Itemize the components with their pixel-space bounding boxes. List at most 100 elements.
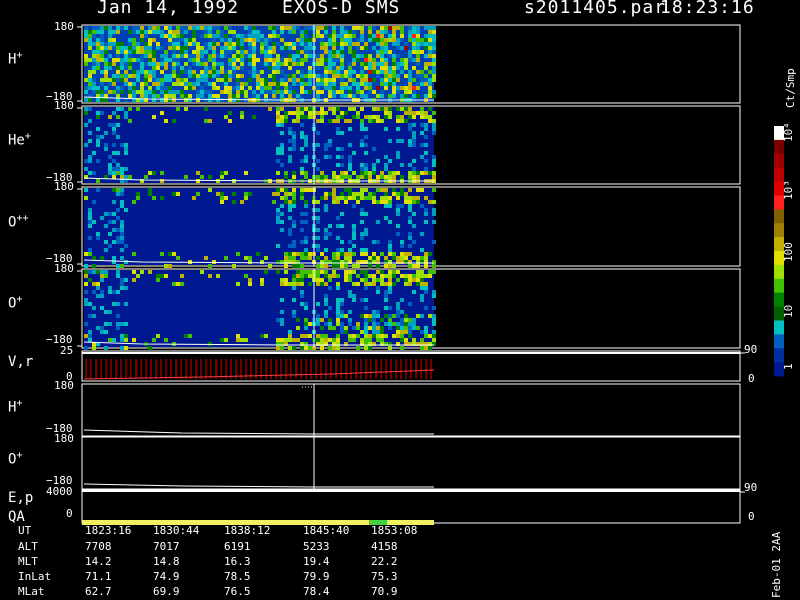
spectrogram-cell <box>304 38 308 42</box>
spectrogram-cell <box>232 30 236 34</box>
spectrogram-cell <box>188 82 192 86</box>
spectrogram-cell <box>228 38 232 42</box>
colorbar-label: 10³ <box>782 180 795 200</box>
spectrogram-cell <box>324 192 328 196</box>
spectrogram-cell <box>396 66 400 70</box>
spectrogram-cell <box>112 290 116 294</box>
spectrogram-cell <box>120 240 124 244</box>
spectrogram-cell <box>208 34 212 38</box>
spectrogram-cell <box>272 66 276 70</box>
spectrogram-cell <box>92 30 96 34</box>
spectrogram-cell <box>276 151 280 155</box>
spectrogram-cell <box>416 86 420 90</box>
spectrogram-cell <box>320 78 324 82</box>
spectrogram-cell <box>392 270 396 274</box>
spectrogram-cell <box>228 78 232 82</box>
spectrogram-cell <box>432 54 436 58</box>
spectrogram-cell <box>216 62 220 66</box>
spectrogram-cell <box>148 270 152 274</box>
spectrogram-cell <box>424 94 428 98</box>
spectrogram-cell <box>188 98 192 102</box>
spectrogram-cell <box>288 338 292 342</box>
spectrogram-cell <box>128 74 132 78</box>
spectrogram-cell <box>268 50 272 54</box>
panel-label-o-plusplus: O++ <box>8 213 29 231</box>
spectrogram-cell <box>300 86 304 90</box>
spectrogram-cell <box>112 171 116 175</box>
spectrogram-cell <box>424 208 428 212</box>
spectrogram-cell <box>152 54 156 58</box>
spectrogram-cell <box>404 58 408 62</box>
spectrogram-cell <box>356 42 360 46</box>
spectrogram-cell <box>248 70 252 74</box>
spectrogram-cell <box>124 286 128 290</box>
spectrogram-cell <box>376 256 380 260</box>
spectrogram-cell <box>292 119 296 123</box>
spectrogram-cell <box>104 98 108 102</box>
spectrogram-cell <box>368 326 372 330</box>
spectrogram-cell <box>428 346 432 350</box>
spectrogram-cell <box>392 58 396 62</box>
spectrogram-cell <box>136 192 140 196</box>
spectrogram-cell <box>352 270 356 274</box>
spectrogram-cell <box>292 256 296 260</box>
spectrogram-cell <box>328 338 332 342</box>
spectrogram-cell <box>92 58 96 62</box>
spectrogram-cell <box>396 306 400 310</box>
spectrogram-cell <box>88 46 92 50</box>
spectrogram-cell <box>248 278 252 282</box>
spectrogram-cell <box>360 46 364 50</box>
spectrogram-cell <box>348 66 352 70</box>
spectrogram-cell <box>340 38 344 42</box>
spectrogram-cell <box>364 135 368 139</box>
spectrogram-cell <box>268 38 272 42</box>
spectrogram-cell <box>284 90 288 94</box>
spectrogram-cell <box>288 228 292 232</box>
spectrogram-cell <box>128 62 132 66</box>
spectrogram-cell <box>152 26 156 30</box>
spectrogram-cell <box>420 74 424 78</box>
spectrogram-cell <box>404 86 408 90</box>
spectrogram-cell <box>304 188 308 192</box>
spectrogram-cell <box>200 78 204 82</box>
spectrogram-cell <box>124 26 128 30</box>
spectrogram-cell <box>336 322 340 326</box>
spectrogram-cell <box>88 278 92 282</box>
spectrogram-cell <box>276 318 280 322</box>
spectrogram-cell <box>304 236 308 240</box>
spectrogram-cell <box>240 86 244 90</box>
spectrogram-cell <box>344 86 348 90</box>
spectrogram-cell <box>352 282 356 286</box>
spectrogram-cell <box>348 90 352 94</box>
spectrogram-cell <box>332 111 336 115</box>
spectrogram-cell <box>400 70 404 74</box>
spectrogram-cell <box>152 50 156 54</box>
spectrogram-cell <box>404 192 408 196</box>
spectrogram-cell <box>228 111 232 115</box>
spectrogram-cell <box>364 314 368 318</box>
spectrogram-cell <box>84 62 88 66</box>
spectrogram-cell <box>320 334 324 338</box>
spectrogram-cell <box>224 38 228 42</box>
spectrogram-cell <box>420 346 424 350</box>
spectrogram-cell <box>432 188 436 192</box>
spectrogram-cell <box>432 34 436 38</box>
spectrogram-cell <box>316 244 320 248</box>
spectrogram-cell <box>160 46 164 50</box>
spectrogram-cell <box>408 302 412 306</box>
spectrogram-cell <box>336 248 340 252</box>
spectrogram-cell <box>364 248 368 252</box>
spectrogram-cell <box>300 256 304 260</box>
spectrogram-cell <box>392 38 396 42</box>
spectrogram-cell <box>208 94 212 98</box>
spectrogram-cell <box>100 111 104 115</box>
spectrogram-cell <box>180 46 184 50</box>
spectrogram-cell <box>272 50 276 54</box>
spectrogram-cell <box>224 171 228 175</box>
spectrogram-cell <box>424 346 428 350</box>
spectrogram-cell <box>176 74 180 78</box>
spectrogram-cell <box>160 34 164 38</box>
spectrogram-cell <box>356 264 360 268</box>
spectrogram-cell <box>328 58 332 62</box>
spectrogram-cell <box>164 86 168 90</box>
